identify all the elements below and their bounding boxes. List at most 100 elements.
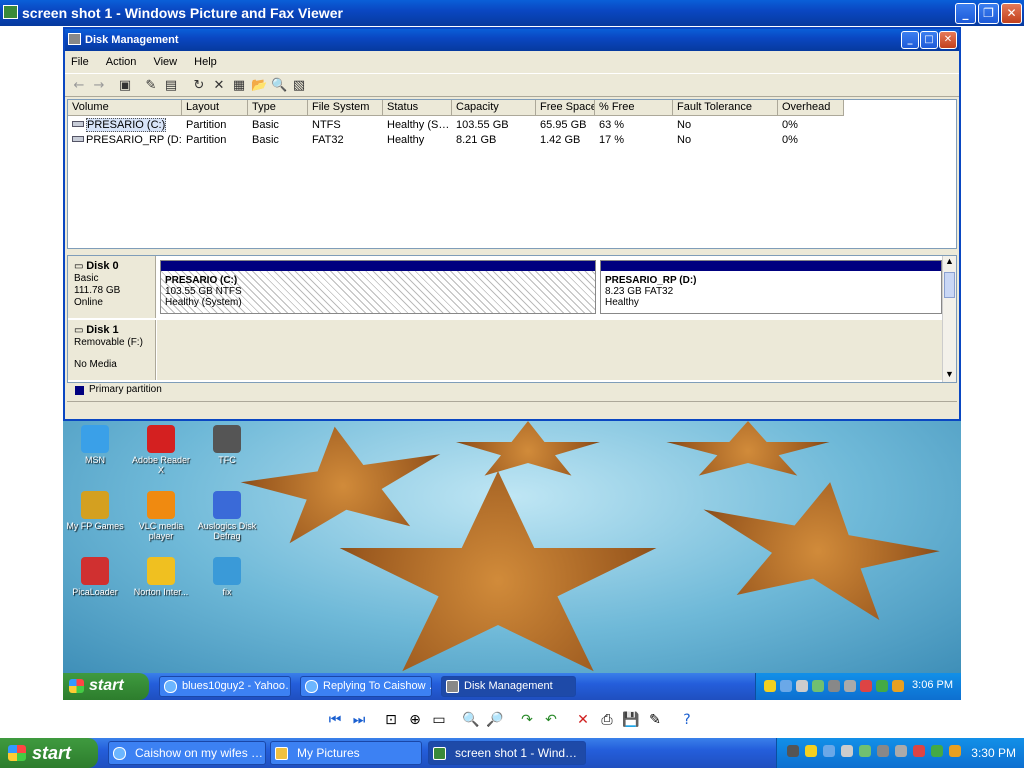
desktop-icon-label: VLC media player	[138, 521, 184, 541]
menu-view[interactable]: View	[153, 53, 177, 71]
column-header[interactable]: File System	[308, 100, 383, 116]
disk-0-label[interactable]: ▭ Disk 0 Basic 111.78 GB Online	[68, 256, 156, 318]
tray-icon[interactable]	[892, 680, 904, 692]
desktop-icon[interactable]: Auslogics Disk Defrag	[195, 491, 259, 541]
column-header[interactable]: Overhead	[778, 100, 844, 116]
back-icon[interactable]: ←	[71, 78, 87, 94]
task-caishow[interactable]: Caishow on my wifes …	[108, 741, 266, 765]
network-icon[interactable]	[859, 745, 871, 757]
tray-icon[interactable]	[895, 745, 907, 757]
desktop-icon[interactable]: Adobe Reader X	[129, 425, 193, 475]
scroll-down-icon[interactable]: ▼	[943, 369, 956, 382]
volume-list: Volume Layout Type File System Status Capacit…	[67, 99, 957, 249]
close-button[interactable]: ✕	[1001, 3, 1022, 24]
dm-minimize-button[interactable]: _	[901, 31, 919, 49]
graph-scrollbar[interactable]: ▲ ▼	[942, 256, 956, 382]
properties-sheet-icon[interactable]: ▦	[231, 78, 247, 94]
tray-icon[interactable]	[780, 680, 792, 692]
column-header[interactable]: Volume	[68, 100, 182, 116]
tray-icon[interactable]	[931, 745, 943, 757]
menu-help[interactable]: Help	[194, 53, 217, 71]
tray-icon[interactable]	[828, 680, 840, 692]
column-header[interactable]: Capacity	[452, 100, 536, 116]
zoom-in-button[interactable]: 🔍	[462, 711, 480, 729]
volume-name-cell[interactable]: PRESARIO (C:)	[68, 118, 182, 133]
app-icon	[213, 425, 241, 453]
tray-icon[interactable]	[823, 745, 835, 757]
table-cell: 103.55 GB	[456, 119, 509, 131]
partition-c[interactable]: PRESARIO (C:) 103.55 GB NTFS Healthy (Sy…	[160, 260, 596, 314]
tray-icon[interactable]	[913, 745, 925, 757]
column-header[interactable]: Layout	[182, 100, 248, 116]
desktop-icon[interactable]: PicaLoader	[63, 557, 127, 597]
tray-icon[interactable]	[949, 745, 961, 757]
menu-action[interactable]: Action	[106, 53, 137, 71]
export-list-icon[interactable]: ▧	[291, 78, 307, 94]
tray-icon[interactable]	[877, 745, 889, 757]
desktop-icon[interactable]: TFC	[195, 425, 259, 465]
menu-file[interactable]: File	[71, 53, 89, 71]
edit-button[interactable]: ✎	[646, 711, 664, 729]
tray-icon[interactable]	[844, 680, 856, 692]
scroll-thumb[interactable]	[944, 272, 955, 298]
desktop-icon[interactable]: VLC media player	[129, 491, 193, 541]
column-header[interactable]: Status	[383, 100, 452, 116]
column-header[interactable]: Fault Tolerance	[673, 100, 778, 116]
column-header[interactable]: % Free	[595, 100, 673, 116]
desktop-icon[interactable]: MSN	[63, 425, 127, 465]
disk-1-label[interactable]: ▭ Disk 1 Removable (F:) No Media	[68, 320, 156, 380]
rotate-clockwise-button[interactable]: ↷	[518, 711, 536, 729]
print-button[interactable]: ⎙	[598, 711, 616, 729]
search-icon[interactable]: 🔍	[271, 78, 287, 94]
tray-icon[interactable]	[764, 680, 776, 692]
inner-task-disk-management[interactable]: Disk Management	[441, 676, 576, 697]
partition-d-status: Healthy	[605, 297, 639, 308]
zoom-out-button[interactable]: 🔎	[486, 711, 504, 729]
dm-maximize-button[interactable]: □	[920, 31, 938, 49]
tray-icon[interactable]	[805, 745, 817, 757]
tray-icon[interactable]	[876, 680, 888, 692]
show-hide-tree-icon[interactable]: ▣	[117, 78, 133, 94]
previous-image-button[interactable]: ⏮	[326, 711, 344, 729]
desktop-icon[interactable]: fix	[195, 557, 259, 597]
forward-icon[interactable]: →	[91, 78, 107, 94]
properties-icon[interactable]: ✎	[143, 78, 159, 94]
scroll-up-icon[interactable]: ▲	[943, 256, 956, 269]
starfish-image	[683, 460, 954, 641]
tray-icon[interactable]	[787, 745, 799, 757]
column-header[interactable]: Type	[248, 100, 308, 116]
dm-close-button[interactable]: ✕	[939, 31, 957, 49]
inner-task-replying[interactable]: Replying To Caishow …	[300, 676, 432, 697]
delete-icon[interactable]: ✕	[211, 78, 227, 94]
restore-button[interactable]: ❐	[978, 3, 999, 24]
save-button[interactable]: 💾	[622, 711, 640, 729]
volume-icon[interactable]	[841, 745, 853, 757]
start-button[interactable]: start	[0, 738, 98, 768]
inner-start-button[interactable]: start	[63, 673, 149, 700]
task-screen-shot[interactable]: screen shot 1 - Wind…	[428, 741, 586, 765]
network-icon[interactable]	[812, 680, 824, 692]
tray-icon[interactable]	[860, 680, 872, 692]
disk-icon: ▭	[74, 261, 84, 272]
inner-task-yahoo[interactable]: blues10guy2 - Yahoo…	[159, 676, 291, 697]
picture-viewer-icon	[433, 747, 446, 760]
open-icon[interactable]: 📂	[251, 78, 267, 94]
column-header[interactable]: Free Space	[536, 100, 595, 116]
refresh-icon[interactable]: ↻	[191, 78, 207, 94]
help-topics-icon[interactable]: ▤	[163, 78, 179, 94]
rotate-counterclockwise-button[interactable]: ↶	[542, 711, 560, 729]
task-my-pictures[interactable]: My Pictures	[270, 741, 422, 765]
actual-size-button[interactable]: ⊕	[406, 711, 424, 729]
best-fit-button[interactable]: ⊡	[382, 711, 400, 729]
volume-name-cell[interactable]: PRESARIO_RP (D:)	[68, 133, 182, 148]
delete-button[interactable]: ✕	[574, 711, 592, 729]
desktop-icon[interactable]: My FP Games	[63, 491, 127, 531]
help-button[interactable]: ?	[678, 711, 696, 729]
minimize-button[interactable]: _	[955, 3, 976, 24]
desktop-icon[interactable]: Norton Inter...	[129, 557, 193, 597]
next-image-button[interactable]: ⏭	[350, 711, 368, 729]
slideshow-button[interactable]: ▭	[430, 711, 448, 729]
volume-icon[interactable]	[796, 680, 808, 692]
partition-d[interactable]: PRESARIO_RP (D:) 8.23 GB FAT32 Healthy	[600, 260, 942, 314]
desktop-icon-label: fix	[222, 587, 232, 597]
